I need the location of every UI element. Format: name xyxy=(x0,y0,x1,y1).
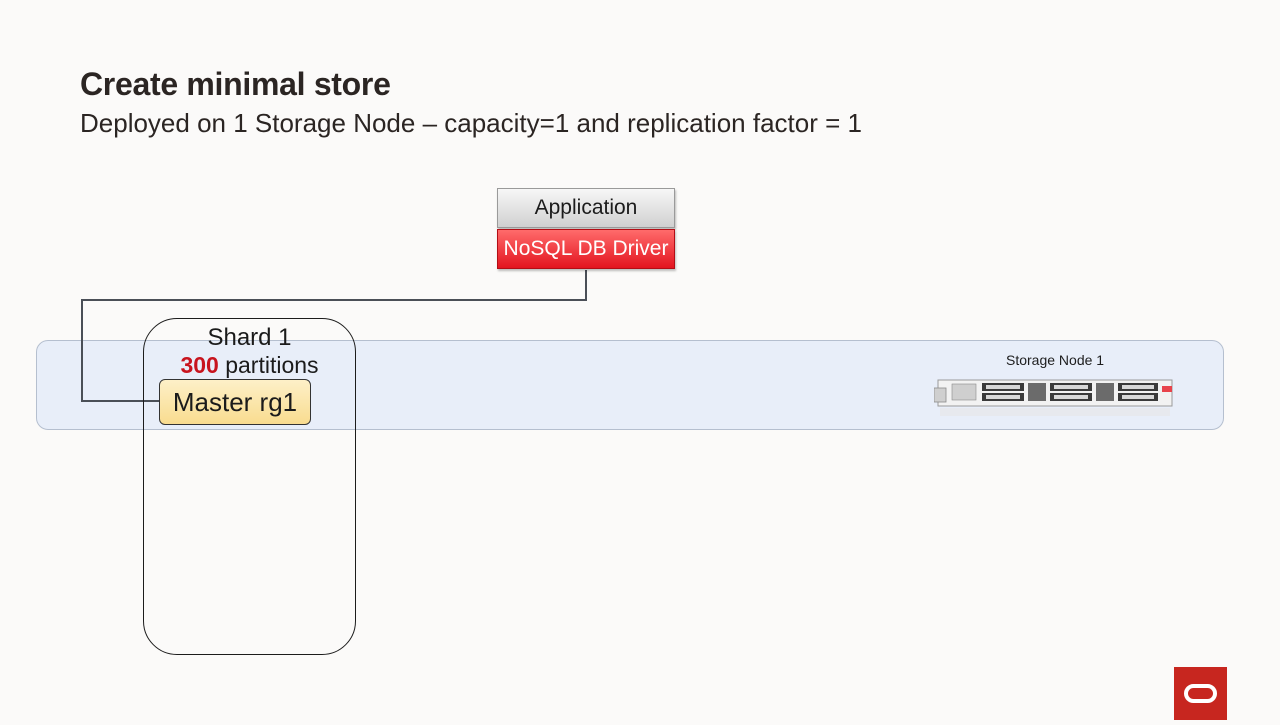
storage-node-label: Storage Node 1 xyxy=(1006,352,1105,368)
rack-server-icon xyxy=(934,379,1173,416)
partition-count: 300 xyxy=(180,352,219,378)
partition-label: partitions xyxy=(218,352,319,378)
slide-subtitle: Deployed on 1 Storage Node – capacity=1 … xyxy=(80,108,862,138)
oracle-logo-icon xyxy=(1174,667,1227,720)
master-rg1-node: Master rg1 xyxy=(159,379,311,425)
nosql-driver-box: NoSQL DB Driver xyxy=(497,229,675,269)
shard-partitions: 300 partitions xyxy=(143,352,356,379)
application-box: Application xyxy=(497,188,675,228)
shard-title: Shard 1 xyxy=(207,324,292,351)
slide-title: Create minimal store xyxy=(80,66,391,102)
